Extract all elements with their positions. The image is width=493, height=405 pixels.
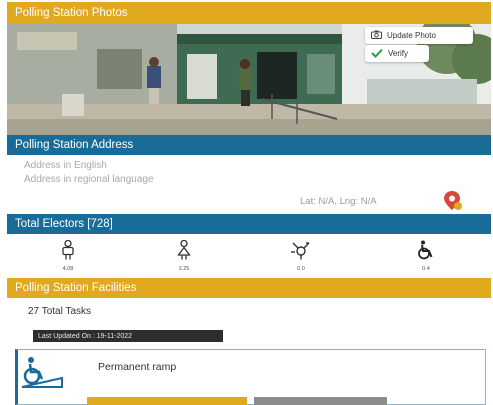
wheelchair-icon	[416, 240, 436, 264]
address-regional: Address in regional language	[24, 174, 154, 185]
elector-category-label: 0.0	[297, 266, 305, 272]
ramp-wheelchair-icon	[20, 356, 64, 395]
section-title: Polling Station Address	[15, 139, 134, 151]
facility-card[interactable]	[15, 349, 486, 405]
section-title: Polling Station Photos	[15, 7, 128, 19]
section-header-photos: Polling Station Photos	[7, 2, 491, 24]
elector-category-female: 3.25	[154, 239, 214, 272]
facility-name: Permanent ramp	[98, 361, 177, 373]
section-header-facilities: Polling Station Facilities	[7, 278, 491, 298]
verify-button[interactable]: Verify	[365, 45, 429, 62]
last-updated-text: Last Updated On : 19-11-2022	[38, 332, 133, 340]
elector-category-label: 3.25	[178, 266, 190, 272]
section-header-address: Polling Station Address	[7, 135, 491, 155]
elector-category-male: 4.08	[38, 239, 98, 272]
elector-category-label: 4.08	[62, 266, 74, 272]
camera-icon	[371, 30, 382, 41]
facility-action-button-secondary[interactable]	[254, 397, 387, 405]
map-pin-icon[interactable]	[443, 190, 463, 217]
male-voter-icon	[59, 239, 77, 264]
checkmark-icon	[371, 48, 383, 60]
section-title: Total Electors [728]	[15, 218, 113, 230]
lat-lng-text: Lat: N/A, Lng: N/A	[300, 196, 377, 207]
elector-category-pwd: 0.4	[396, 240, 456, 272]
gender-other-icon	[289, 242, 313, 264]
update-photo-label: Update Photo	[387, 31, 436, 40]
update-photo-button[interactable]: Update Photo	[365, 27, 473, 44]
facility-action-button-primary[interactable]	[87, 397, 247, 405]
section-header-electors: Total Electors [728]	[7, 214, 491, 234]
total-tasks: 27 Total Tasks	[28, 306, 92, 317]
elector-category-other: 0.0	[271, 240, 331, 272]
address-english: Address in English	[24, 160, 107, 171]
section-title: Polling Station Facilities	[15, 282, 137, 294]
verify-label: Verify	[388, 49, 409, 58]
elector-category-label: 0.4	[422, 266, 430, 272]
female-voter-icon	[175, 239, 193, 264]
last-updated-badge: Last Updated On : 19-11-2022	[33, 330, 223, 342]
